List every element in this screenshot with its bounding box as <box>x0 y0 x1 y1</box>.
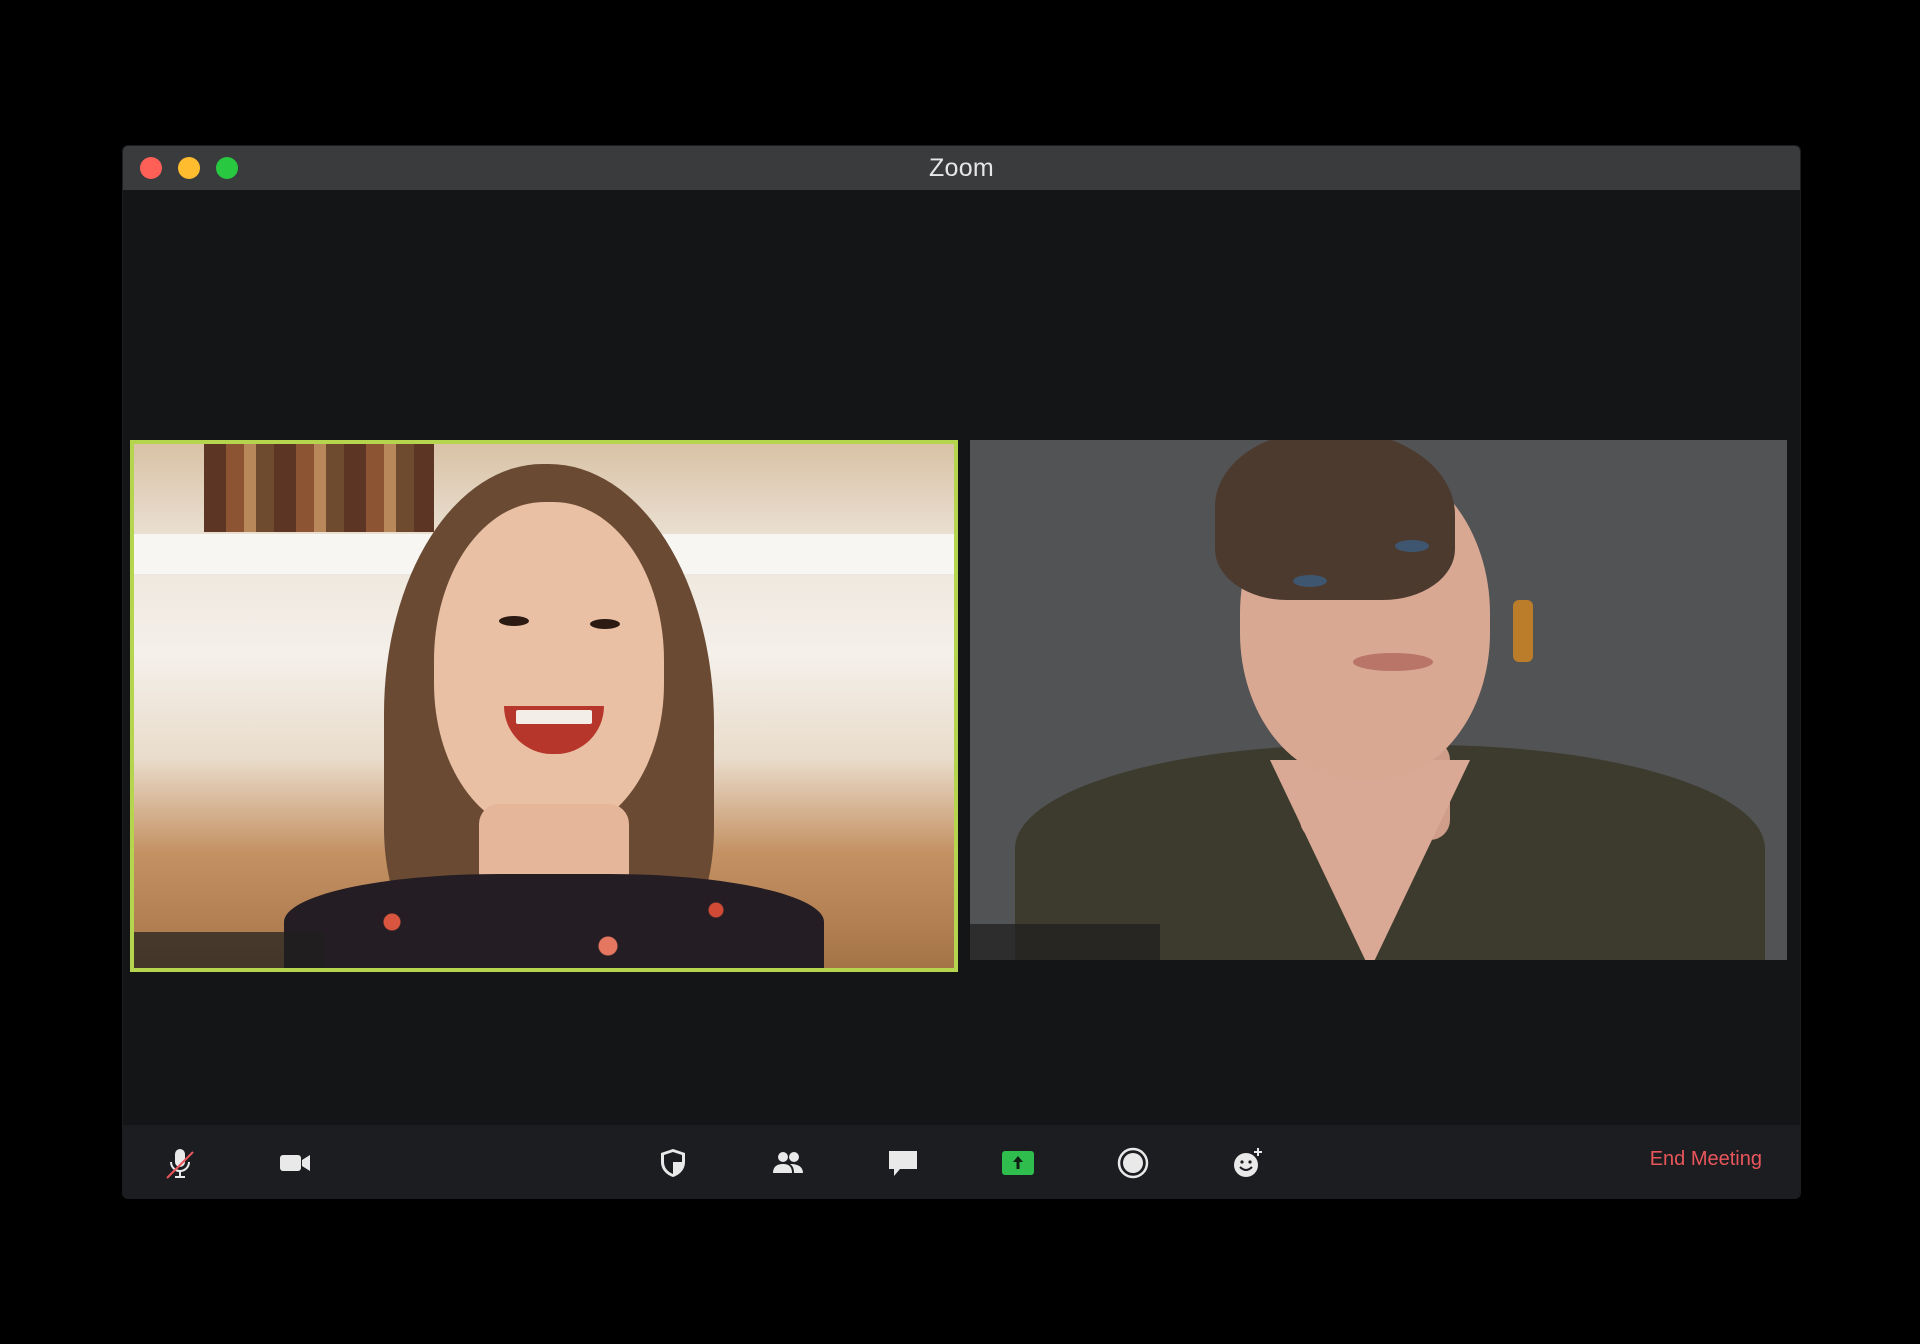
reactions-button[interactable] <box>1229 1144 1267 1182</box>
share-screen-icon <box>1002 1151 1034 1175</box>
participant-video-tile[interactable] <box>970 440 1787 960</box>
participant-eye <box>499 616 529 626</box>
video-button[interactable] <box>276 1144 314 1182</box>
participant-eye <box>590 619 620 629</box>
zoom-window: Zoom End Meeting <box>123 146 1800 1198</box>
video-stage <box>123 190 1800 1125</box>
participant-mouth <box>1353 653 1433 671</box>
participants-icon <box>773 1152 803 1173</box>
title-bar[interactable]: Zoom <box>123 146 1800 190</box>
chat-icon <box>889 1151 917 1176</box>
meeting-toolbar: End Meeting <box>123 1125 1800 1198</box>
microphone-muted-icon <box>166 1149 194 1179</box>
participant-video-tile-active[interactable] <box>130 440 958 972</box>
participant-face <box>434 502 664 832</box>
mute-button[interactable] <box>161 1144 199 1182</box>
maximize-window-button[interactable] <box>216 157 238 179</box>
chat-button[interactable] <box>884 1144 922 1182</box>
participant-name-bar <box>970 924 1160 960</box>
record-icon <box>1117 1147 1149 1179</box>
video-camera-icon <box>280 1155 310 1171</box>
participant-hair <box>1215 440 1455 600</box>
participant-eye <box>1293 575 1327 587</box>
participant-eye <box>1395 540 1429 552</box>
bookshelf <box>204 444 434 532</box>
window-controls <box>140 157 238 179</box>
end-meeting-button[interactable]: End Meeting <box>1650 1148 1762 1171</box>
participant-teeth <box>516 710 592 724</box>
participant-earring <box>1513 600 1533 662</box>
participant-name-bar <box>134 932 324 968</box>
reactions-icon <box>1234 1148 1262 1177</box>
security-button[interactable] <box>654 1144 692 1182</box>
share-screen-button[interactable] <box>999 1144 1037 1182</box>
record-button[interactable] <box>1114 1144 1152 1182</box>
participants-button[interactable] <box>769 1144 807 1182</box>
participant-floral-top <box>284 874 824 968</box>
shield-icon <box>661 1149 685 1177</box>
minimize-window-button[interactable] <box>178 157 200 179</box>
close-window-button[interactable] <box>140 157 162 179</box>
window-title: Zoom <box>928 153 995 182</box>
